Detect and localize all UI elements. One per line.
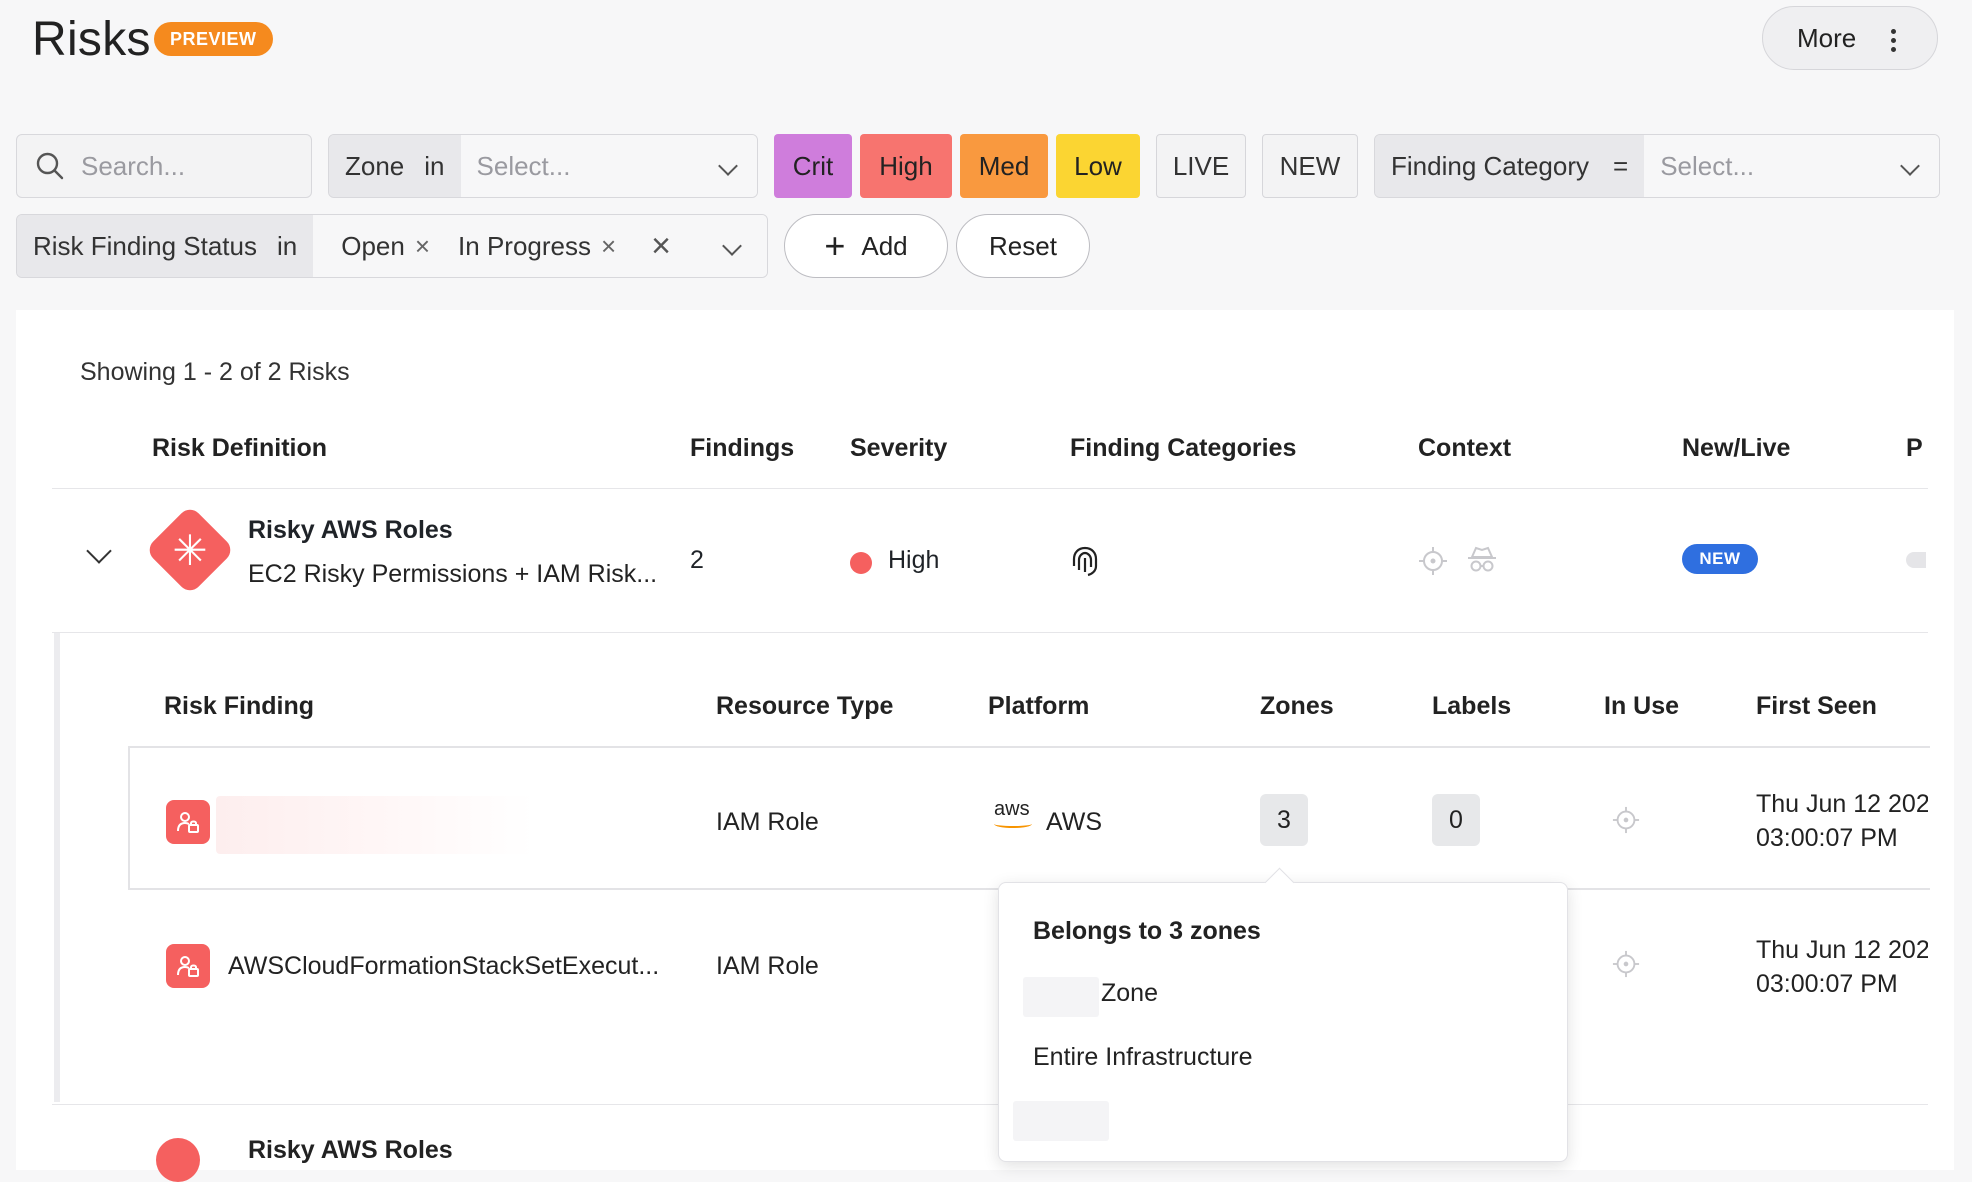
col-risk-finding[interactable]: Risk Finding: [164, 692, 314, 721]
preview-badge: PREVIEW: [154, 22, 273, 56]
col-resource-type[interactable]: Resource Type: [716, 692, 893, 721]
first-seen-date: Thu Jun 12 202: [1756, 790, 1928, 818]
spy-icon: [1468, 546, 1496, 572]
risk-name[interactable]: Risky AWS Roles: [248, 1136, 453, 1165]
search-input[interactable]: Search...: [16, 134, 312, 198]
chevron-down-icon: [1900, 156, 1920, 176]
plus-icon: +: [824, 225, 846, 266]
status-filter-operator: in: [276, 230, 298, 261]
risk-name[interactable]: Risky AWS Roles: [248, 516, 453, 545]
search-placeholder: Search...: [81, 150, 186, 181]
col-platform[interactable]: Platform: [988, 692, 1089, 721]
risk-description: EC2 Risky Permissions + IAM Risk...: [248, 560, 658, 588]
new-badge: NEW: [1682, 544, 1758, 574]
col-context[interactable]: Context: [1418, 434, 1511, 463]
col-findings[interactable]: Findings: [690, 434, 794, 463]
in-use-target-icon: [1612, 806, 1640, 834]
category-filter-label: Finding Category: [1391, 150, 1589, 181]
risk-finding-status-filter[interactable]: Risk Finding Status in Open × In Progress ×…: [16, 214, 768, 278]
status-filter-label: Risk Finding Status: [33, 230, 257, 261]
row-divider: [52, 632, 1928, 633]
page-title: Risks: [32, 13, 151, 66]
truncated-cell: [1906, 552, 1926, 568]
zone-select-placeholder: Select...: [476, 150, 571, 181]
finding-category-filter[interactable]: Finding Category = Select...: [1374, 134, 1940, 198]
iam-role-icon: [166, 800, 210, 844]
severity-chip-low[interactable]: Low: [1056, 134, 1140, 198]
zone-filter-label: Zone: [345, 150, 405, 181]
risk-icon: [156, 1138, 200, 1182]
severity-chip-high[interactable]: High: [860, 134, 952, 198]
remove-value-icon[interactable]: ×: [415, 231, 430, 262]
resource-type: IAM Role: [716, 952, 819, 980]
in-use-target-icon: [1612, 950, 1640, 978]
aws-logo-text: aws: [994, 798, 1030, 820]
labels-count[interactable]: 0: [1432, 794, 1480, 846]
zone-item[interactable]: Entire Infrastructure: [1033, 1043, 1253, 1072]
zones-popover: Belongs to 3 zones Zone Entire Infrastru…: [998, 882, 1568, 1162]
col-severity[interactable]: Severity: [850, 434, 947, 463]
first-seen-time: 03:00:07 PM: [1756, 824, 1898, 852]
finding-name[interactable]: AWSCloudFormationStackSetExecut...: [228, 952, 659, 981]
redacted-finding-name: [216, 796, 534, 854]
zones-count[interactable]: 3: [1260, 794, 1308, 846]
category-select-placeholder: Select...: [1660, 150, 1755, 181]
iam-role-icon: [166, 944, 210, 988]
live-chip[interactable]: LIVE: [1156, 134, 1246, 198]
results-count: Showing 1 - 2 of 2 Risks: [80, 358, 350, 386]
col-first-seen[interactable]: First Seen: [1756, 692, 1877, 721]
expand-chevron-icon[interactable]: [86, 538, 112, 564]
header-divider: [52, 488, 1928, 489]
add-label: Add: [861, 230, 908, 261]
severity-chip-med[interactable]: Med: [960, 134, 1048, 198]
category-select[interactable]: Select...: [1644, 135, 1939, 197]
asterisk-icon: ✳: [172, 526, 208, 574]
col-labels[interactable]: Labels: [1432, 692, 1511, 721]
remove-value-icon[interactable]: ×: [601, 231, 616, 262]
aws-logo-icon: aws: [994, 798, 1032, 828]
zone-item[interactable]: Zone: [1101, 979, 1158, 1008]
first-seen-time: 03:00:07 PM: [1756, 970, 1898, 998]
chevron-down-icon: [718, 156, 738, 176]
col-finding-categories[interactable]: Finding Categories: [1070, 434, 1296, 463]
col-zones[interactable]: Zones: [1260, 692, 1334, 721]
col-p[interactable]: P: [1906, 434, 1923, 463]
fingerprint-icon: [1072, 546, 1098, 577]
col-new-live[interactable]: New/Live: [1682, 434, 1790, 463]
chevron-down-icon[interactable]: [722, 236, 742, 256]
status-value-open: Open ×: [341, 231, 430, 262]
popover-title: Belongs to 3 zones: [1033, 917, 1261, 945]
target-icon: [1419, 547, 1447, 575]
zone-select[interactable]: Select...: [460, 135, 757, 197]
clear-icon[interactable]: ×: [651, 227, 671, 266]
kebab-icon: [1891, 29, 1897, 56]
col-in-use[interactable]: In Use: [1604, 692, 1679, 721]
reset-button[interactable]: Reset: [956, 214, 1090, 278]
zone-filter-operator: in: [424, 150, 445, 181]
more-label: More: [1797, 22, 1857, 53]
risk-findings-count: 2: [690, 546, 704, 574]
category-filter-operator: =: [1613, 150, 1629, 181]
severity-dot: [850, 552, 872, 574]
severity-chip-crit[interactable]: Crit: [774, 134, 852, 198]
severity-label: High: [888, 546, 940, 574]
row-divider: [52, 1104, 1928, 1105]
first-seen-date: Thu Jun 12 202: [1756, 936, 1928, 964]
zone-filter[interactable]: Zone in Select...: [328, 134, 758, 198]
platform: AWS: [1046, 808, 1103, 836]
redacted-zone-prefix: [1023, 977, 1099, 1017]
redacted-zone-item: [1013, 1101, 1109, 1141]
resource-type: IAM Role: [716, 808, 819, 836]
status-value-in-progress: In Progress ×: [458, 231, 616, 262]
search-icon: [36, 152, 64, 180]
add-filter-button[interactable]: + Add: [784, 214, 948, 278]
status-value-label: Open: [341, 230, 405, 261]
status-value-label: In Progress: [458, 230, 591, 261]
more-button[interactable]: More: [1762, 6, 1938, 70]
col-risk-definition[interactable]: Risk Definition: [152, 434, 327, 463]
risks-panel: Showing 1 - 2 of 2 Risks Risk Definition…: [16, 310, 1954, 1170]
new-chip[interactable]: NEW: [1262, 134, 1358, 198]
